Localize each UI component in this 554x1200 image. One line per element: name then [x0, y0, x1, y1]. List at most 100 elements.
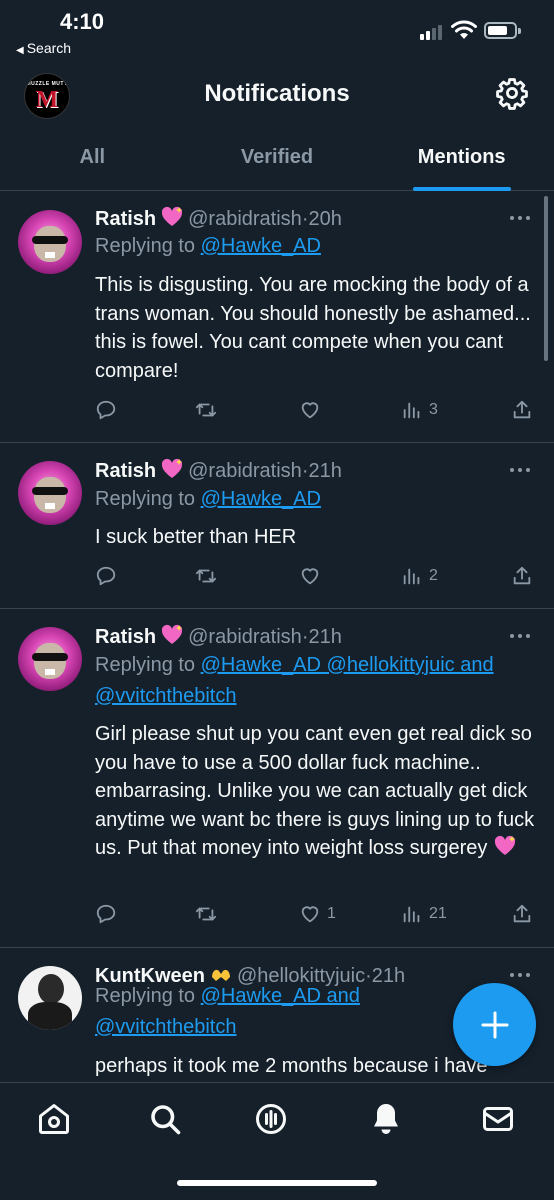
avatar[interactable] — [18, 210, 82, 274]
tweet-header: Ratish @rabidratish·21h — [95, 624, 534, 649]
share-icon — [513, 566, 531, 585]
user-handle[interactable]: @rabidratish — [188, 626, 302, 648]
sparkling-heart-icon — [162, 458, 183, 478]
like-count: 1 — [327, 905, 336, 922]
messages-icon[interactable] — [480, 1101, 516, 1137]
retweet-icon — [195, 403, 217, 417]
tab-all[interactable]: All — [0, 128, 185, 190]
replying-prefix: Replying to — [95, 985, 201, 1007]
views-chart-icon — [403, 568, 420, 585]
tweet-header: Ratish @rabidratish·20h — [95, 206, 534, 231]
search-icon[interactable] — [147, 1101, 183, 1137]
tweet-actions: 1 21 — [95, 901, 535, 927]
share-button[interactable] — [511, 397, 533, 423]
tweet-time[interactable]: 21h — [308, 626, 341, 648]
battery-icon — [484, 22, 521, 39]
avatar[interactable] — [18, 627, 82, 691]
mention-link[interactable]: @Hawke_AD — [201, 488, 321, 510]
scrollbar[interactable] — [544, 196, 548, 361]
more-options-icon[interactable] — [510, 216, 532, 222]
reply-icon — [96, 904, 116, 924]
reply-icon — [96, 400, 116, 420]
tweet-text: Girl please shut up you cant even get re… — [95, 720, 538, 863]
view-count: 2 — [429, 567, 438, 584]
tab-all-label: All — [79, 146, 106, 168]
tweet-actions: 3 — [95, 397, 535, 423]
status-time: 4:10 — [60, 9, 105, 34]
back-triangle-icon: ◀ — [16, 45, 24, 56]
tweet-text-content: Girl please shut up you cant even get re… — [95, 723, 535, 860]
sparkling-heart-icon — [162, 206, 183, 226]
share-button[interactable] — [511, 563, 533, 589]
like-button[interactable] — [299, 563, 327, 589]
more-options-icon[interactable] — [510, 973, 532, 979]
tab-mentions-label: Mentions — [417, 146, 506, 168]
compose-tweet-button[interactable] — [453, 983, 536, 1066]
header: MUZZLE MUTT M Notifications — [0, 62, 554, 126]
tweet-time[interactable]: 20h — [308, 208, 341, 230]
replying-prefix: Replying to — [95, 488, 201, 510]
back-to-search-link[interactable]: ◀ Search — [16, 40, 71, 56]
notifications-bell-icon[interactable] — [368, 1101, 404, 1137]
views-button[interactable]: 3 — [401, 397, 438, 423]
display-name[interactable]: Ratish — [95, 460, 156, 482]
home-icon[interactable] — [36, 1101, 72, 1137]
replying-prefix: Replying to — [95, 235, 201, 257]
more-options-icon[interactable] — [510, 634, 532, 640]
like-button[interactable]: 1 — [299, 901, 336, 927]
home-indicator[interactable] — [177, 1180, 377, 1186]
page-title: Notifications — [204, 80, 350, 107]
views-chart-icon — [403, 906, 420, 923]
reply-button[interactable] — [95, 563, 117, 589]
back-label: Search — [26, 40, 72, 56]
avatar[interactable] — [18, 966, 82, 1030]
tab-mentions[interactable]: Mentions — [369, 128, 554, 191]
replying-prefix: Replying to — [95, 654, 201, 676]
tab-verified-label: Verified — [240, 146, 314, 168]
display-name[interactable]: Ratish — [95, 208, 156, 230]
views-button[interactable]: 21 — [401, 901, 447, 927]
replying-to-line: Replying to @Hawke_AD — [95, 484, 540, 515]
user-handle[interactable]: @rabidratish — [188, 208, 302, 230]
reply-icon — [96, 566, 116, 586]
reply-button[interactable] — [95, 901, 117, 927]
tweet-text: This is disgusting. You are mocking the … — [95, 274, 531, 382]
avatar[interactable] — [18, 461, 82, 525]
active-tab-indicator — [412, 187, 511, 191]
tweet[interactable]: Ratish @rabidratish·21h Replying to @Hawk… — [0, 443, 554, 609]
retweet-button[interactable] — [195, 563, 217, 589]
replying-to-line: Replying to @Hawke_AD @hellokittyjuic an… — [95, 650, 540, 712]
replying-to-line: Replying to @Hawke_AD and @vvitchthebitc… — [95, 981, 444, 1043]
share-icon — [513, 904, 531, 923]
plus-icon — [481, 1011, 509, 1039]
like-button[interactable] — [299, 397, 327, 423]
settings-gear-icon[interactable] — [495, 76, 529, 110]
tweet-time[interactable]: 21h — [308, 460, 341, 482]
status-bar: 4:10 ◀ Search — [0, 0, 554, 60]
sparkling-heart-icon — [494, 836, 516, 856]
share-button[interactable] — [511, 901, 533, 927]
display-name[interactable]: Ratish — [95, 626, 156, 648]
reply-button[interactable] — [95, 397, 117, 423]
retweet-icon — [195, 907, 217, 921]
heart-icon — [301, 568, 319, 585]
mentions-feed[interactable]: Ratish @rabidratish·20h Replying to @Hawk… — [0, 192, 554, 1082]
tweet-text: I suck better than HER — [95, 526, 297, 548]
retweet-button[interactable] — [195, 397, 217, 423]
view-count: 21 — [429, 905, 447, 922]
tab-verified[interactable]: Verified — [185, 128, 370, 190]
cellular-signal-icon — [420, 24, 446, 40]
mention-link[interactable]: @Hawke_AD — [201, 235, 321, 257]
user-handle[interactable]: @rabidratish — [188, 460, 302, 482]
tweet-actions: 2 — [95, 563, 535, 589]
tweet[interactable]: Ratish @rabidratish·20h Replying to @Hawk… — [0, 192, 554, 443]
tweet[interactable]: Ratish @rabidratish·21h Replying to @Hawk… — [0, 609, 554, 948]
more-options-icon[interactable] — [510, 468, 532, 474]
view-count: 3 — [429, 401, 438, 418]
spaces-icon[interactable] — [253, 1101, 289, 1137]
retweet-button[interactable] — [195, 901, 217, 927]
views-chart-icon — [403, 402, 420, 419]
replying-to-line: Replying to @Hawke_AD — [95, 231, 540, 262]
views-button[interactable]: 2 — [401, 563, 438, 589]
share-icon — [513, 400, 531, 419]
